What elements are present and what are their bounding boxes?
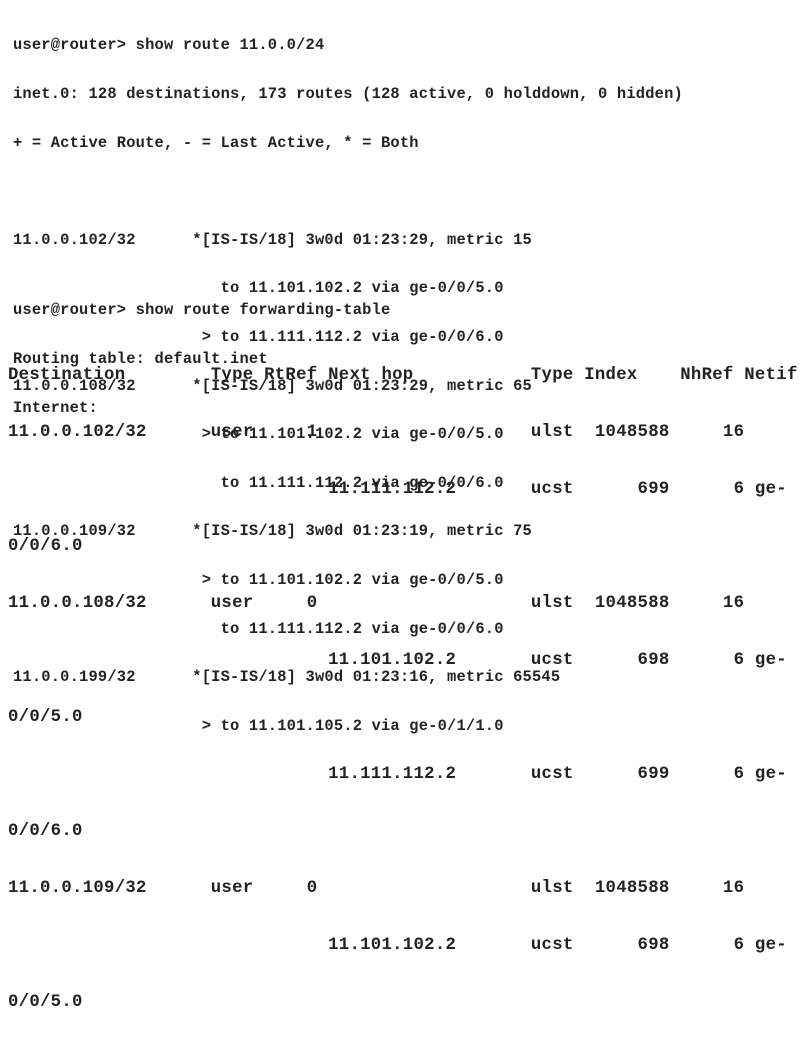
command-line: user@router> show route 11.0.0/24 (13, 36, 325, 55)
table-row: 11.0.0.109/32 user 0 ulst 1048588 16 (8, 879, 745, 898)
table-row: 0/0/5.0 (8, 993, 83, 1012)
table-row: 11.111.112.2 ucst 699 6 ge- (8, 480, 787, 499)
table-row: 0/0/6.0 (8, 822, 83, 841)
table-header: Destination Type RtRef Next hop Type Ind… (8, 366, 798, 385)
table-row: 11.111.112.2 ucst 699 6 ge- (8, 765, 787, 784)
table-row: 11.101.102.2 ucst 698 6 ge- (8, 651, 787, 670)
terminal-window[interactable]: user@router> show route 11.0.0/24 inet.0… (0, 0, 807, 1012)
table-row: 11.101.102.2 ucst 698 6 ge- (8, 936, 787, 955)
table-row: 0/0/6.0 (8, 537, 83, 556)
table-row: 11.0.0.108/32 user 0 ulst 1048588 16 (8, 594, 745, 613)
table-row: 0/0/5.0 (8, 708, 83, 727)
command-line: user@router> show route forwarding-table (13, 301, 391, 320)
route-line: 11.0.0.102/32 *[IS-IS/18] 3w0d 01:23:29,… (13, 230, 532, 249)
route-summary: inet.0: 128 destinations, 173 routes (12… (13, 85, 683, 103)
table-row: 11.0.0.102/32 user 1 ulst 1048588 16 (8, 423, 745, 442)
forwarding-table: Destination Type RtRef Next hop Type Ind… (8, 328, 798, 1050)
route-legend: + = Active Route, - = Last Active, * = B… (13, 133, 419, 152)
